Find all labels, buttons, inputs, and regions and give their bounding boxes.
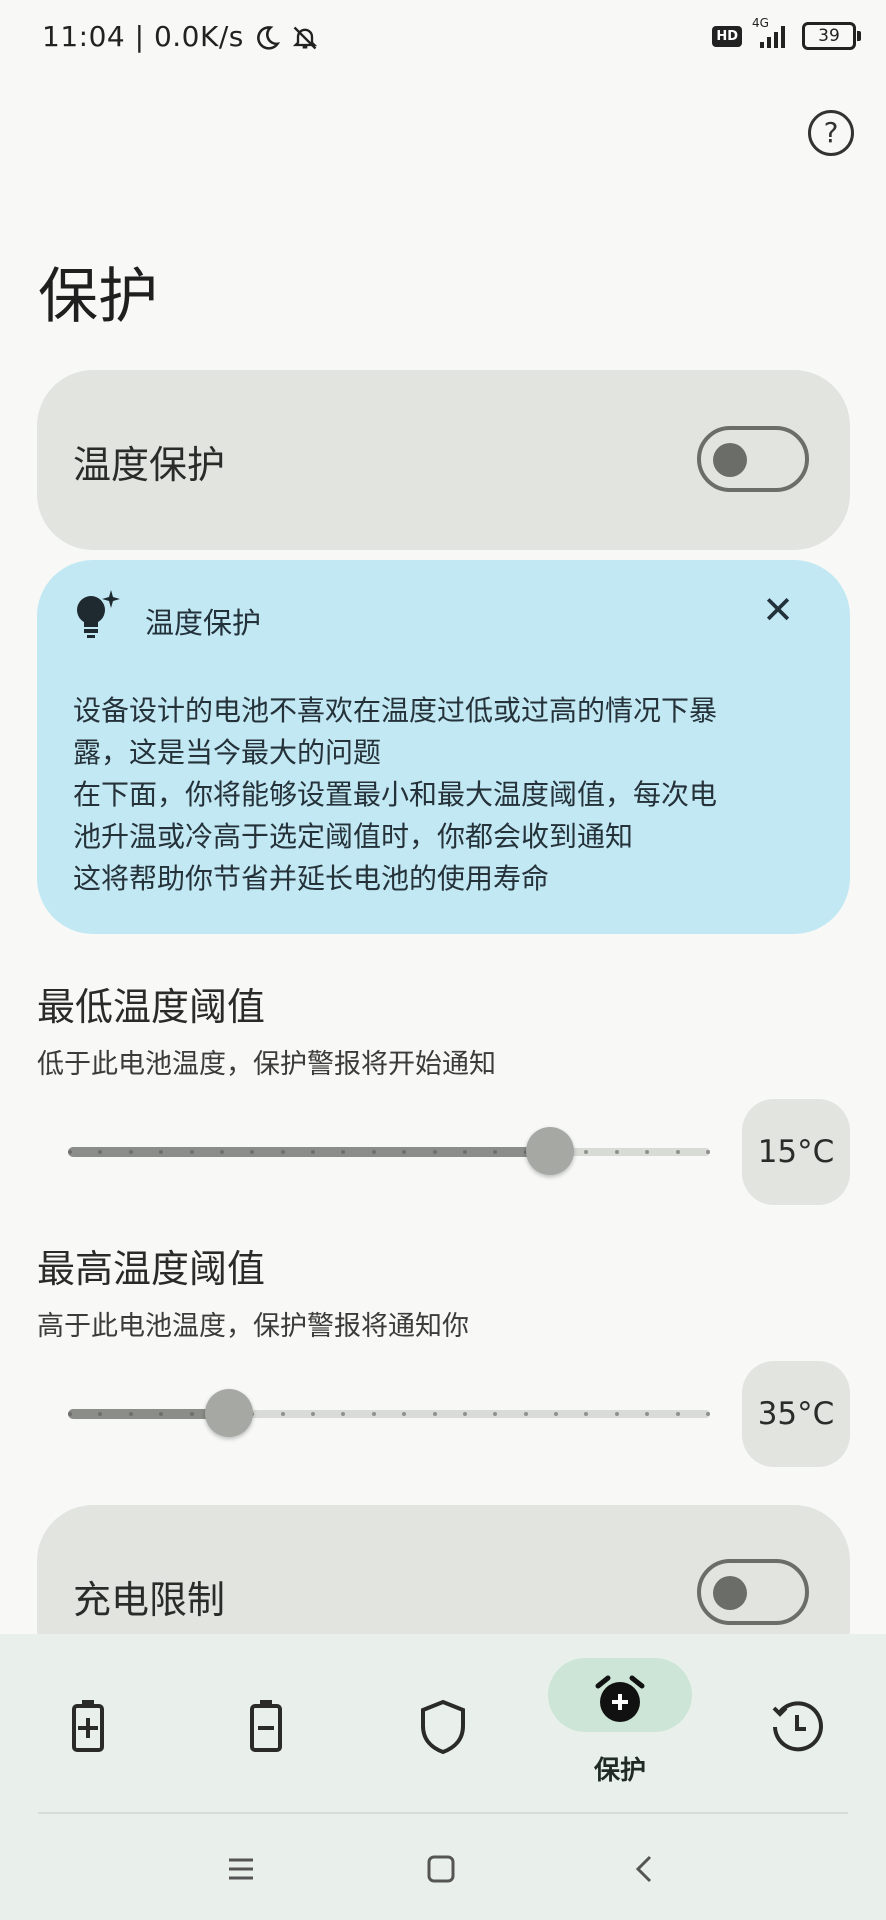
slider-tick	[493, 1150, 497, 1154]
tip-line: 这将帮助你节省并延长电池的使用寿命	[73, 862, 550, 895]
status-bar-right: HD 4G 39	[712, 16, 861, 50]
slider-tick	[98, 1150, 102, 1154]
slider-tick	[372, 1412, 376, 1416]
nav-item-charging[interactable]	[28, 1698, 148, 1758]
charge-limit-label: 充电限制	[73, 1578, 226, 1622]
network-speed: 0.0K/s	[153, 20, 244, 53]
slider-tick	[372, 1150, 376, 1154]
slider-tick	[645, 1150, 649, 1154]
max-threshold-subtitle: 高于此电池温度，保护警报将通知你	[37, 1311, 469, 1342]
status-time: 11:04	[42, 20, 126, 53]
divider	[38, 1812, 848, 1814]
slider-tick	[311, 1150, 315, 1154]
recent-apps-icon[interactable]	[226, 1854, 256, 1884]
battery-icon	[250, 1700, 282, 1752]
shield-icon	[421, 1699, 465, 1755]
tip-title: 温度保护	[145, 606, 262, 640]
slider-tick	[402, 1150, 406, 1154]
history-icon	[772, 1701, 823, 1752]
min-threshold-slider[interactable]	[68, 1127, 710, 1175]
slider-tick	[129, 1412, 133, 1416]
max-threshold-slider[interactable]	[68, 1389, 710, 1437]
signal-icon: 4G	[752, 16, 792, 50]
slider-tick	[341, 1150, 345, 1154]
tip-line: 露，这是当今最大的问题	[73, 736, 382, 769]
slider-tick	[463, 1150, 467, 1154]
slider-tick	[584, 1150, 588, 1154]
slider-tick	[402, 1412, 406, 1416]
slider-tick	[250, 1150, 254, 1154]
bell-off-icon	[292, 26, 317, 50]
slider-tick	[190, 1412, 194, 1416]
lightbulb-icon	[77, 590, 120, 638]
slider-tick	[493, 1412, 497, 1416]
close-icon[interactable]: ✕	[762, 588, 794, 632]
slider-tick	[159, 1412, 163, 1416]
max-threshold-value: 35°C	[742, 1361, 850, 1467]
moon-icon	[257, 26, 281, 50]
max-threshold-title: 最高温度阈值	[37, 1247, 266, 1291]
bottom-navigation: 保护	[0, 1634, 886, 1920]
slider-fill	[68, 1147, 550, 1157]
slider-tick	[524, 1412, 528, 1416]
help-button[interactable]: ?	[808, 110, 854, 156]
home-icon[interactable]	[426, 1854, 456, 1884]
slider-tick	[68, 1150, 72, 1154]
min-threshold-value: 15°C	[742, 1099, 850, 1205]
nav-item-history[interactable]	[737, 1698, 857, 1760]
tip-line: 在下面，你将能够设置最小和最大温度阈值，每次电	[73, 778, 718, 811]
slider-tick	[433, 1412, 437, 1416]
back-icon[interactable]	[630, 1854, 660, 1884]
status-bar-left: 11:04 | 0.0K/s	[42, 20, 319, 53]
slider-tick	[463, 1412, 467, 1416]
battery-charging-icon	[72, 1700, 104, 1752]
slider-tick	[281, 1150, 285, 1154]
page-title: 保护	[38, 262, 158, 332]
slider-tick	[706, 1150, 710, 1154]
toggle-knob	[713, 1576, 747, 1610]
info-tip-card: 温度保护 ✕ 设备设计的电池不喜欢在温度过低或过高的情况下暴 露，这是当今最大的…	[37, 560, 850, 934]
slider-tick	[220, 1150, 224, 1154]
slider-thumb[interactable]	[205, 1389, 253, 1437]
slider-tick	[129, 1150, 133, 1154]
tip-body: 设备设计的电池不喜欢在温度过低或过高的情况下暴 露，这是当今最大的问题 在下面，…	[73, 690, 833, 900]
slider-tick	[645, 1412, 649, 1416]
slider-tick	[433, 1150, 437, 1154]
slider-tick	[311, 1412, 315, 1416]
battery-indicator: 39	[802, 22, 861, 50]
slider-tick	[190, 1150, 194, 1154]
charge-limit-toggle[interactable]	[697, 1559, 809, 1625]
alarm-icon	[595, 1675, 645, 1722]
slider-tick	[281, 1412, 285, 1416]
toggle-knob	[713, 443, 747, 477]
nav-active-label: 保护	[593, 1756, 646, 1786]
slider-tick	[98, 1412, 102, 1416]
slider-tick	[159, 1150, 163, 1154]
slider-tick	[706, 1412, 710, 1416]
hd-badge: HD	[712, 25, 742, 47]
slider-thumb[interactable]	[526, 1127, 574, 1175]
tip-line: 池升温或冷高于选定阈值时，你都会收到通知	[73, 820, 634, 853]
nav-item-shield[interactable]	[383, 1698, 503, 1760]
slider-tick	[341, 1412, 345, 1416]
slider-tick	[676, 1150, 680, 1154]
slider-tick	[68, 1412, 72, 1416]
slider-tick	[554, 1412, 558, 1416]
min-threshold-title: 最低温度阈值	[37, 985, 266, 1029]
temp-protection-card[interactable]: 温度保护	[37, 370, 850, 550]
nav-item-protection[interactable]	[560, 1674, 680, 1730]
slider-tick	[615, 1150, 619, 1154]
nav-item-battery[interactable]	[206, 1698, 326, 1758]
slider-tick	[676, 1412, 680, 1416]
slider-tick	[615, 1412, 619, 1416]
temp-protection-toggle[interactable]	[697, 426, 809, 492]
slider-tick	[584, 1412, 588, 1416]
min-threshold-subtitle: 低于此电池温度，保护警报将开始通知	[37, 1049, 496, 1080]
temp-protection-label: 温度保护	[73, 443, 226, 487]
tip-line: 设备设计的电池不喜欢在温度过低或过高的情况下暴	[73, 694, 718, 727]
